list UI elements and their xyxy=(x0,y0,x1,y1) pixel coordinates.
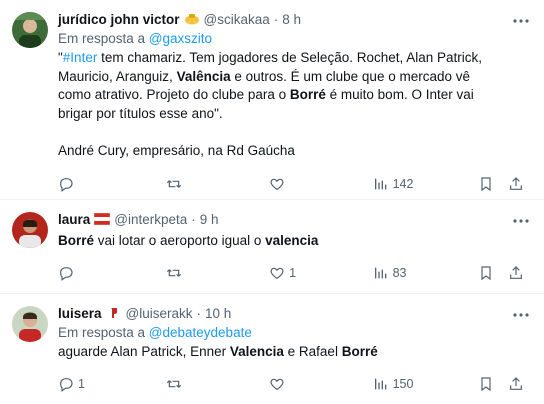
text-bold: Borré xyxy=(289,87,326,102)
reply-to-link[interactable]: @debateydebate xyxy=(149,325,252,340)
text-part: e Rafael xyxy=(283,344,342,359)
display-name[interactable]: jurídico john victor xyxy=(58,12,180,27)
views-count: 83 xyxy=(392,265,407,280)
retweet-icon xyxy=(166,268,181,277)
retweet-button[interactable] xyxy=(166,265,270,281)
reply-icon xyxy=(60,266,73,281)
reply-prefix: Em resposta a xyxy=(58,325,149,340)
like-button[interactable] xyxy=(269,376,373,392)
avatar[interactable] xyxy=(12,12,48,48)
views-count: 150 xyxy=(392,376,414,391)
reply-icon xyxy=(60,377,73,392)
text-bold: valencia xyxy=(265,233,319,248)
bookmark-icon xyxy=(481,265,491,280)
views-button[interactable]: 150 xyxy=(373,376,479,392)
views-icon xyxy=(374,267,386,278)
separator-dot: · xyxy=(191,211,196,227)
share-button[interactable] xyxy=(508,176,524,192)
avatar[interactable] xyxy=(12,306,48,342)
timestamp[interactable]: 10 h xyxy=(205,306,231,321)
retweet-button[interactable] xyxy=(166,376,270,392)
text-bold: Valencia xyxy=(229,344,284,359)
like-button[interactable] xyxy=(269,176,373,192)
bookmark-button[interactable] xyxy=(478,265,508,281)
tweet-text: aguarde Alan Patrick, Enner Valencia e R… xyxy=(58,343,524,362)
more-icon[interactable] xyxy=(512,12,530,30)
reply-icon xyxy=(60,178,73,192)
share-icon xyxy=(510,376,522,390)
text-bold: Borré xyxy=(58,233,95,248)
text-part: aguarde Alan Patrick, Enner xyxy=(58,344,230,359)
share-icon xyxy=(510,265,522,279)
display-name[interactable]: laura xyxy=(58,212,90,227)
tweet[interactable]: luisera @luiserakk · 10 h Em resposta a … xyxy=(0,294,544,404)
bookmark-icon xyxy=(481,177,491,192)
reply-button[interactable] xyxy=(58,265,166,281)
bookmark-icon xyxy=(481,376,491,391)
retweet-icon xyxy=(166,180,181,188)
tweet-actions: 1 150 xyxy=(58,364,524,404)
views-button[interactable]: 142 xyxy=(373,176,479,192)
text-part: vai lotar o aeroporto igual o xyxy=(94,233,266,248)
text-bold: Valência xyxy=(176,68,231,84)
tweet-text: "#Inter tem chamariz. Tem jogadores de S… xyxy=(58,49,498,160)
flag-icon xyxy=(94,212,111,226)
tweet-text: Borré vai lotar o aeroporto igual o vale… xyxy=(58,232,524,251)
display-name[interactable]: luisera xyxy=(58,306,102,321)
hashtag-link[interactable]: #Inter xyxy=(63,50,98,65)
separator-dot: · xyxy=(196,305,202,321)
tweet[interactable]: laura @interkpeta · 9 h Borré vai lotar … xyxy=(0,200,544,294)
views-count: 142 xyxy=(392,177,414,191)
bookmark-button[interactable] xyxy=(478,176,508,192)
share-icon xyxy=(510,177,522,190)
like-icon xyxy=(270,178,284,191)
reply-context: Em resposta a @debateydebate xyxy=(58,324,524,342)
more-icon[interactable] xyxy=(512,212,530,230)
separator-dot: · xyxy=(273,11,279,27)
like-icon xyxy=(270,378,284,390)
timestamp[interactable]: 8 h xyxy=(282,12,301,27)
tweet[interactable]: jurídico john victor @scikakaa · 8 h Em … xyxy=(0,0,544,200)
reply-button[interactable] xyxy=(58,176,166,192)
user-handle[interactable]: @scikakaa xyxy=(204,12,270,27)
retweet-button[interactable] xyxy=(166,176,270,192)
reply-count: 1 xyxy=(78,376,85,391)
reply-context: Em resposta a @gaxszito xyxy=(58,30,524,48)
avatar[interactable] xyxy=(12,212,48,248)
retweet-icon xyxy=(166,379,181,388)
reply-button[interactable]: 1 xyxy=(58,376,166,392)
timestamp[interactable]: 9 h xyxy=(200,212,219,227)
tweet-actions: 1 83 xyxy=(58,253,524,293)
bookmark-button[interactable] xyxy=(478,376,508,392)
reply-to-link[interactable]: @gaxszito xyxy=(149,31,212,46)
signature-line: André Cury, empresário, na Rd Gaúcha xyxy=(58,142,295,158)
share-button[interactable] xyxy=(508,376,524,392)
emoji-badge-icon xyxy=(184,13,200,25)
more-icon[interactable] xyxy=(512,306,530,324)
like-count: 1 xyxy=(289,265,297,280)
views-button[interactable]: 83 xyxy=(373,265,479,281)
reply-prefix: Em resposta a xyxy=(58,31,149,46)
views-icon xyxy=(374,378,386,389)
views-icon xyxy=(374,178,386,190)
like-icon xyxy=(270,267,284,279)
user-handle[interactable]: @interkpeta xyxy=(114,212,187,227)
emoji-badge-icon xyxy=(106,307,122,319)
text-bold: Borré xyxy=(341,344,378,359)
user-handle[interactable]: @luiserakk xyxy=(126,306,193,321)
share-button[interactable] xyxy=(508,265,524,281)
tweet-actions: 142 xyxy=(58,164,524,204)
like-button[interactable]: 1 xyxy=(269,265,373,281)
